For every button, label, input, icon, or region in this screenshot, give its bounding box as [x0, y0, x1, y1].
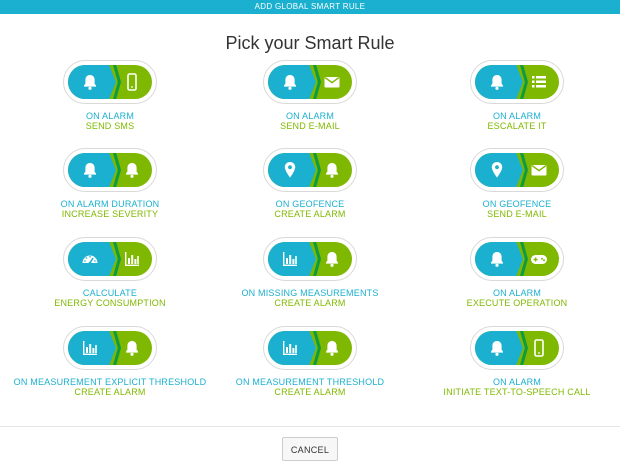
bell-icon — [280, 72, 300, 92]
rule-icon-pill — [470, 237, 564, 281]
rule-action-label: SEND E-MAIL — [280, 121, 340, 131]
rule-icon-pill — [263, 148, 357, 192]
gamepad-icon — [529, 249, 549, 269]
rule-icon-badge — [268, 242, 352, 276]
rule-icon-pill — [63, 237, 157, 281]
rule-trigger-label: ON MISSING MEASUREMENTS — [241, 288, 379, 298]
rule-icon-badge — [268, 331, 352, 365]
rule-trigger-label: ON GEOFENCE — [275, 199, 345, 209]
rule-icon-badge — [68, 331, 152, 365]
smart-rule-card[interactable]: ON MEASUREMENT EXPLICIT THRESHOLD CREATE … — [10, 326, 210, 397]
rule-icon-pill — [63, 326, 157, 370]
bell-icon — [122, 160, 142, 180]
smart-rule-card[interactable]: ON ALARM SEND SMS — [10, 60, 210, 131]
bell-icon — [122, 338, 142, 358]
bell-icon — [322, 338, 342, 358]
rule-icon-pill — [470, 148, 564, 192]
rule-action-label: SEND SMS — [85, 121, 135, 131]
rule-icon-badge — [68, 242, 152, 276]
rule-icon-pill — [63, 148, 157, 192]
rule-trigger-label: ON MEASUREMENT THRESHOLD — [235, 377, 385, 387]
map-pin-icon — [487, 160, 507, 180]
rule-icon-badge — [268, 153, 352, 187]
rule-trigger-label: ON GEOFENCE — [482, 199, 552, 209]
rule-icon-badge — [475, 331, 559, 365]
rule-trigger-label: CALCULATE — [82, 288, 138, 298]
smart-rule-card[interactable]: ON MISSING MEASUREMENTS CREATE ALARM — [210, 237, 410, 308]
smart-rule-card[interactable]: ON ALARM DURATION INCREASE SEVERITY — [10, 148, 210, 219]
rule-action-label: INITIATE TEXT-TO-SPEECH CALL — [443, 387, 591, 397]
smart-rule-card[interactable]: ON ALARM INITIATE TEXT-TO-SPEECH CALL — [417, 326, 617, 397]
rule-icon-badge — [268, 65, 352, 99]
smart-rule-card[interactable]: ON ALARM SEND E-MAIL — [210, 60, 410, 131]
rule-trigger-label: ON ALARM — [492, 377, 542, 387]
cancel-button[interactable]: CANCEL — [282, 437, 338, 461]
rule-action-label: CREATE ALARM — [274, 387, 346, 397]
rule-action-label: ESCALATE IT — [487, 121, 547, 131]
smart-rule-card[interactable]: CALCULATE ENERGY CONSUMPTION — [10, 237, 210, 308]
smart-rule-card[interactable]: ON MEASUREMENT THRESHOLD CREATE ALARM — [210, 326, 410, 397]
bell-icon — [487, 249, 507, 269]
rule-action-label: SEND E-MAIL — [487, 209, 547, 219]
rule-trigger-label: ON ALARM DURATION — [60, 199, 160, 209]
page-title: Pick your Smart Rule — [225, 33, 395, 53]
rule-icon-pill — [263, 60, 357, 104]
envelope-icon — [322, 72, 342, 92]
bar-chart-icon — [122, 249, 142, 269]
bell-icon — [322, 160, 342, 180]
phone-icon — [122, 72, 142, 92]
rule-action-label: EXECUTE OPERATION — [466, 298, 568, 308]
rule-icon-badge — [68, 65, 152, 99]
bar-chart-icon — [80, 338, 100, 358]
bell-icon — [487, 338, 507, 358]
rule-icon-badge — [475, 153, 559, 187]
map-pin-icon — [280, 160, 300, 180]
bar-chart-icon — [280, 249, 300, 269]
rule-action-label: ENERGY CONSUMPTION — [54, 298, 166, 308]
bar-chart-icon — [280, 338, 300, 358]
dialog-title: ADD GLOBAL SMART RULE — [254, 2, 366, 11]
bell-icon — [487, 72, 507, 92]
dialog-title-bar: ADD GLOBAL SMART RULE — [0, 0, 620, 14]
rule-action-label: CREATE ALARM — [274, 209, 346, 219]
rule-trigger-label: ON ALARM — [492, 111, 542, 121]
rule-icon-badge — [68, 153, 152, 187]
bell-icon — [80, 160, 100, 180]
rule-icon-pill — [470, 326, 564, 370]
list-icon — [529, 72, 549, 92]
rule-icon-badge — [475, 65, 559, 99]
rule-icon-pill — [63, 60, 157, 104]
envelope-icon — [529, 160, 549, 180]
rule-trigger-label: ON MEASUREMENT EXPLICIT THRESHOLD — [13, 377, 207, 387]
gauge-icon — [80, 249, 100, 269]
rule-action-label: CREATE ALARM — [74, 387, 146, 397]
smart-rule-card[interactable]: ON ALARM EXECUTE OPERATION — [417, 237, 617, 308]
smart-rule-card[interactable]: ON GEOFENCE SEND E-MAIL — [417, 148, 617, 219]
rule-trigger-label: ON ALARM — [492, 288, 542, 298]
footer-divider — [0, 426, 620, 427]
rule-action-label: INCREASE SEVERITY — [61, 209, 159, 219]
rule-trigger-label: ON ALARM — [85, 111, 135, 121]
rule-icon-pill — [470, 60, 564, 104]
smart-rule-card[interactable]: ON GEOFENCE CREATE ALARM — [210, 148, 410, 219]
rule-icon-badge — [475, 242, 559, 276]
phone-icon — [529, 338, 549, 358]
bell-icon — [80, 72, 100, 92]
rule-trigger-label: ON ALARM — [285, 111, 335, 121]
smart-rule-card[interactable]: ON ALARM ESCALATE IT — [417, 60, 617, 131]
rule-icon-pill — [263, 326, 357, 370]
bell-icon — [322, 249, 342, 269]
rule-action-label: CREATE ALARM — [274, 298, 346, 308]
rule-icon-pill — [263, 237, 357, 281]
